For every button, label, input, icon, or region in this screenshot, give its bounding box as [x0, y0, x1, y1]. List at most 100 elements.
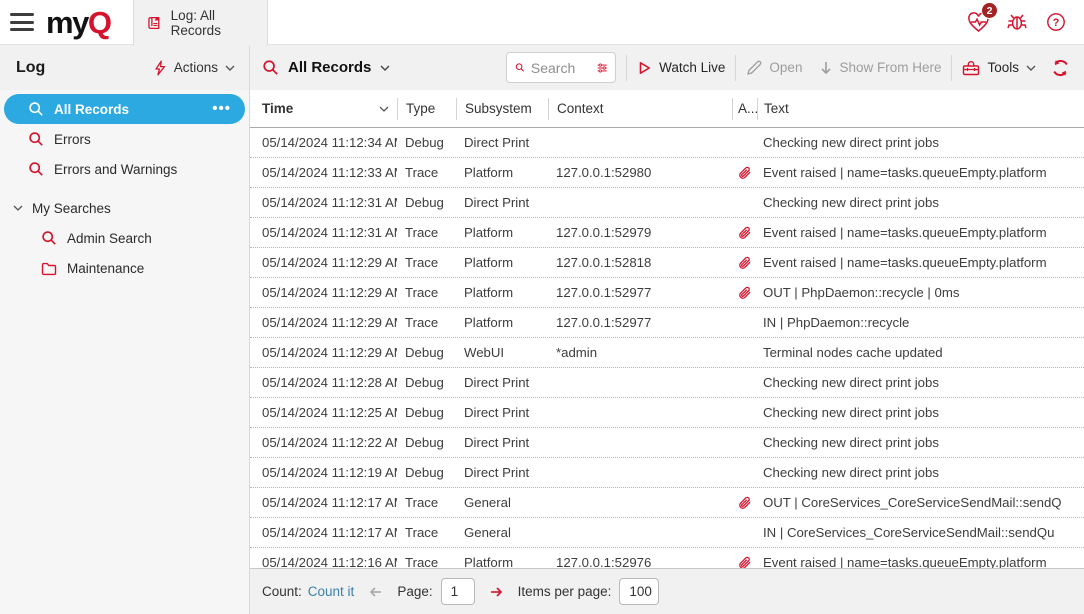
cell-text: Checking new direct print jobs	[757, 375, 1084, 390]
search-icon	[515, 60, 525, 75]
show-from-here-button[interactable]: Show From Here	[820, 60, 941, 75]
cell-subsystem: Direct Print	[456, 435, 548, 450]
column-label: Text	[764, 101, 789, 116]
table-row[interactable]: 05/14/2024 11:12:33 AMTracePlatform127.0…	[250, 158, 1084, 188]
logo-my: my	[46, 5, 88, 40]
search-box[interactable]	[506, 52, 616, 83]
arrow-right-icon	[489, 586, 504, 598]
open-button[interactable]: Open	[746, 60, 802, 76]
chevron-down-icon	[13, 205, 23, 211]
sidebar-item-errors[interactable]: Errors	[0, 124, 249, 154]
table-row[interactable]: 05/14/2024 11:12:17 AMTraceGeneralOUT | …	[250, 488, 1084, 518]
view-selector[interactable]: All Records	[262, 59, 390, 76]
paperclip-icon	[737, 225, 752, 241]
column-header-text[interactable]: Text	[757, 98, 1084, 120]
cell-context: 127.0.0.1:52977	[548, 315, 732, 330]
cell-time: 05/14/2024 11:12:31 AM	[250, 225, 397, 240]
cell-subsystem: Platform	[456, 165, 548, 180]
count-it-link[interactable]: Count it	[308, 584, 355, 599]
column-header-type[interactable]: Type	[397, 98, 456, 120]
column-header-subsystem[interactable]: Subsystem	[456, 98, 548, 120]
help-button[interactable]: ?	[1044, 10, 1068, 34]
actions-label: Actions	[174, 60, 218, 75]
tab-log-all-records[interactable]: Log: All Records	[133, 0, 268, 46]
table-row[interactable]: 05/14/2024 11:12:29 AMTracePlatform127.0…	[250, 248, 1084, 278]
chevron-down-icon	[225, 65, 235, 71]
sidebar-item-label: All Records	[54, 102, 129, 117]
table-row[interactable]: 05/14/2024 11:12:22 AMDebugDirect PrintC…	[250, 428, 1084, 458]
cell-text: IN | CoreServices_CoreServiceSendMail::s…	[757, 525, 1084, 540]
sidebar-item-all-records[interactable]: All Records •••	[4, 94, 245, 124]
cell-subsystem: General	[456, 525, 548, 540]
watch-live-label: Watch Live	[659, 60, 725, 75]
refresh-icon	[1051, 59, 1070, 77]
debug-log-button[interactable]	[1005, 10, 1029, 34]
show-from-here-label: Show From Here	[839, 60, 941, 75]
column-header-time[interactable]: Time	[250, 98, 397, 120]
cell-subsystem: Platform	[456, 225, 548, 240]
cell-context: *admin	[548, 345, 732, 360]
view-label: All Records	[288, 59, 371, 76]
table-row[interactable]: 05/14/2024 11:12:25 AMDebugDirect PrintC…	[250, 398, 1084, 428]
next-page-button[interactable]	[489, 586, 504, 598]
cell-time: 05/14/2024 11:12:17 AM	[250, 525, 397, 540]
refresh-button[interactable]	[1048, 56, 1072, 80]
myq-logo: myQ	[46, 7, 110, 38]
health-status-button[interactable]: 2	[966, 10, 990, 34]
table-row[interactable]: 05/14/2024 11:12:19 AMDebugDirect PrintC…	[250, 458, 1084, 488]
sidebar-item-errors-and-warnings[interactable]: Errors and Warnings	[0, 154, 249, 184]
cell-text: Event raised | name=tasks.queueEmpty.pla…	[757, 165, 1084, 180]
column-header-attachment[interactable]: A...	[732, 98, 757, 120]
column-label: Type	[406, 101, 435, 116]
cell-time: 05/14/2024 11:12:25 AM	[250, 405, 397, 420]
table-row[interactable]: 05/14/2024 11:12:29 AMTracePlatform127.0…	[250, 278, 1084, 308]
secondary-bar: Log Actions All Records	[0, 45, 1084, 90]
table-row[interactable]: 05/14/2024 11:12:29 AMTracePlatform127.0…	[250, 308, 1084, 338]
cell-attachment	[732, 555, 757, 569]
sidebar-item-maintenance[interactable]: Maintenance	[0, 253, 249, 283]
cell-time: 05/14/2024 11:12:34 AM	[250, 135, 397, 150]
cell-context: 127.0.0.1:52818	[548, 255, 732, 270]
open-label: Open	[769, 60, 802, 75]
log-rows: 05/14/2024 11:12:34 AMDebugDirect PrintC…	[250, 128, 1084, 568]
table-row[interactable]: 05/14/2024 11:12:17 AMTraceGeneralIN | C…	[250, 518, 1084, 548]
topbar-actions: 2 ?	[966, 10, 1084, 34]
cell-text: Checking new direct print jobs	[757, 435, 1084, 450]
hamburger-menu-icon[interactable]	[10, 13, 34, 31]
cell-time: 05/14/2024 11:12:31 AM	[250, 195, 397, 210]
tools-button[interactable]: Tools	[962, 60, 1036, 76]
cell-subsystem: Direct Print	[456, 405, 548, 420]
items-per-page-input[interactable]	[619, 578, 659, 605]
divider	[626, 55, 627, 81]
sidebar-section-my-searches[interactable]: My Searches	[0, 193, 249, 223]
paperclip-icon	[737, 165, 752, 181]
table-row[interactable]: 05/14/2024 11:12:28 AMDebugDirect PrintC…	[250, 368, 1084, 398]
watch-live-button[interactable]: Watch Live	[637, 60, 725, 76]
cell-subsystem: Platform	[456, 285, 548, 300]
cell-type: Trace	[397, 495, 456, 510]
cell-subsystem: Direct Print	[456, 195, 548, 210]
cell-type: Trace	[397, 255, 456, 270]
sidebar-item-label: Errors	[54, 132, 91, 147]
table-row[interactable]: 05/14/2024 11:12:34 AMDebugDirect PrintC…	[250, 128, 1084, 158]
filter-sliders-icon[interactable]	[597, 61, 607, 75]
search-input[interactable]	[531, 60, 591, 76]
table-row[interactable]: 05/14/2024 11:12:29 AMDebugWebUI*adminTe…	[250, 338, 1084, 368]
arrow-down-icon	[820, 61, 832, 75]
log-scroll-icon	[147, 15, 163, 31]
table-row[interactable]: 05/14/2024 11:12:16 AMTracePlatform127.0…	[250, 548, 1084, 568]
sidebar-item-admin-search[interactable]: Admin Search	[0, 223, 249, 253]
cell-text: Event raised | name=tasks.queueEmpty.pla…	[757, 255, 1084, 270]
question-mark-icon: ?	[1046, 12, 1066, 32]
actions-button[interactable]: Actions	[153, 60, 235, 76]
page-input[interactable]	[441, 578, 475, 605]
table-row[interactable]: 05/14/2024 11:12:31 AMDebugDirect PrintC…	[250, 188, 1084, 218]
table-row[interactable]: 05/14/2024 11:12:31 AMTracePlatform127.0…	[250, 218, 1084, 248]
previous-page-button[interactable]	[368, 586, 383, 598]
sidebar-item-label: Errors and Warnings	[54, 162, 177, 177]
page-title: Log	[16, 59, 45, 77]
page-label: Page:	[397, 584, 432, 599]
topbar: myQ Log: All Records 2	[0, 0, 1084, 45]
cell-context: 127.0.0.1:52979	[548, 225, 732, 240]
column-header-context[interactable]: Context	[548, 98, 732, 120]
